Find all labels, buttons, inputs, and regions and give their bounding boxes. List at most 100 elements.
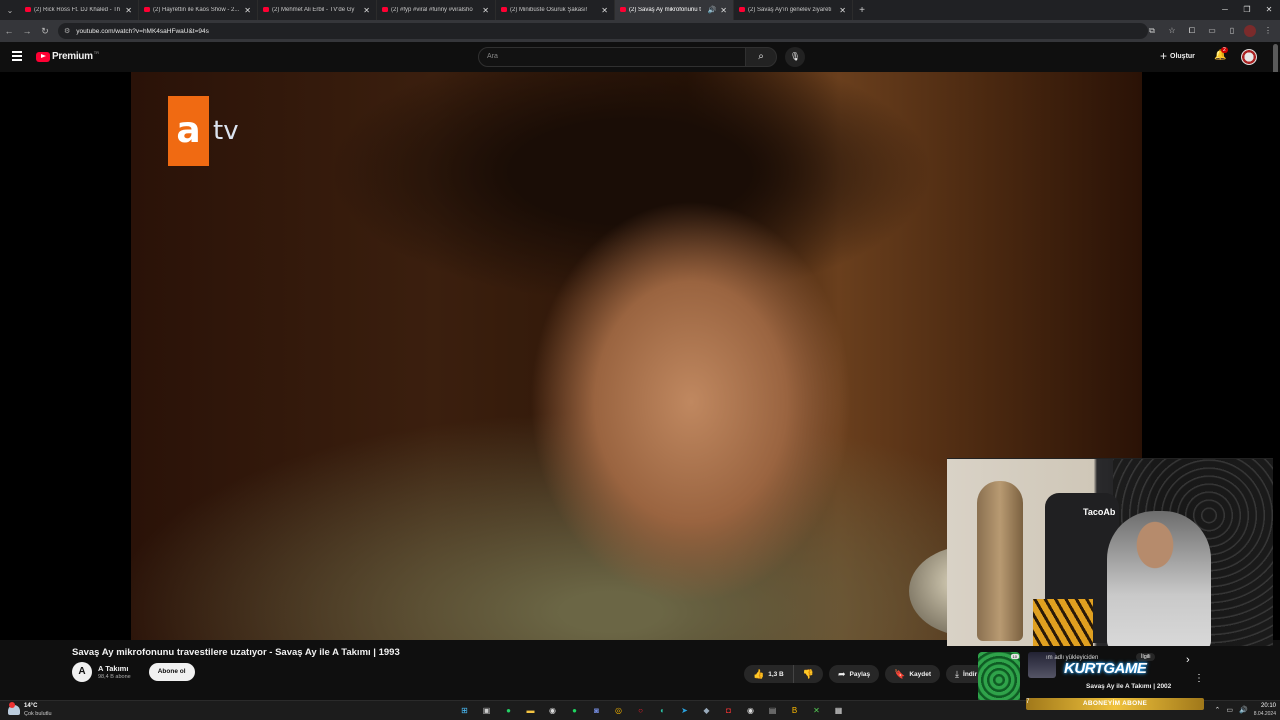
tab-title: (2) Savaş Ay mikrofonunu t <box>629 7 701 13</box>
weather-desc: Çok bulutlu <box>24 711 52 717</box>
clock-time: 20:10 <box>1260 703 1276 709</box>
steam-icon[interactable]: ◆ <box>698 704 715 718</box>
search-button[interactable]: ⌕ <box>745 47 777 67</box>
tray-chevron-icon[interactable]: ⌃ <box>1215 706 1221 714</box>
minimize-icon[interactable]: ─ <box>1214 0 1236 20</box>
spotify-icon[interactable]: ● <box>566 704 583 718</box>
video-actions: 👍 1,3 B 👎 ➦ Paylaş 🔖 Kaydet ⤓ İndir <box>744 665 987 683</box>
edge-icon[interactable]: ◐ <box>654 704 671 718</box>
browser-tabstrip: ⌄ (2) Rick Ross Ft. DJ Khaled - Th ✕ (2) H… <box>0 0 1280 20</box>
youtube-logo[interactable]: Premium TR <box>36 50 99 62</box>
telegram-icon[interactable]: ➤ <box>676 704 693 718</box>
forward-icon[interactable]: → <box>18 26 36 36</box>
xbox-icon[interactable]: ✕ <box>808 704 825 718</box>
youtube-favicon-icon <box>739 7 745 12</box>
save-button[interactable]: 🔖 Kaydet <box>885 665 941 683</box>
chair-text: TacoAb <box>1083 507 1116 517</box>
bandicam-icon[interactable]: B <box>786 704 803 718</box>
bookmark-icon: 🔖 <box>894 668 906 679</box>
network-icon[interactable]: ▭ <box>1226 706 1233 714</box>
tiger-pillow <box>1033 599 1093 646</box>
download-icon: ⤓ <box>955 668 960 679</box>
menu-hamburger-icon[interactable] <box>12 51 22 61</box>
search-input[interactable]: Ara <box>478 47 746 67</box>
kurtgame-brand: KURTGAME <box>1064 660 1147 677</box>
cast-icon[interactable]: ▭ <box>1204 23 1220 39</box>
install-app-icon[interactable]: ⧉ <box>1144 23 1160 39</box>
calculator-icon[interactable]: ▦ <box>830 704 847 718</box>
wooden-statue <box>977 481 1023 641</box>
browser-tab[interactable]: (2) Minibüste Osuruk Şakası! ✕ <box>496 0 615 20</box>
more-options-icon[interactable]: ⋮ <box>1194 673 1204 684</box>
subscriber-count: 98,4 B abone <box>98 674 131 680</box>
browser-tab[interactable]: (2) Savaş Ay'ın genelev ziyareti ✕ <box>734 0 853 20</box>
close-tab-icon[interactable]: ✕ <box>363 6 370 15</box>
tab-search-icon[interactable]: ⌄ <box>0 0 20 20</box>
channel-name[interactable]: A Takımı <box>98 664 131 673</box>
subscribe-button[interactable]: Abone ol <box>148 663 195 681</box>
weather-widget[interactable]: 14°C Çok bulutlu <box>8 702 52 718</box>
back-icon[interactable]: ← <box>0 26 18 36</box>
close-tab-icon[interactable]: ✕ <box>125 6 132 15</box>
account-avatar[interactable] <box>1241 49 1257 65</box>
close-window-icon[interactable]: ✕ <box>1258 0 1280 20</box>
close-tab-icon[interactable]: ✕ <box>482 6 489 15</box>
browser-tab[interactable]: (2) Rick Ross Ft. DJ Khaled - Th ✕ <box>20 0 139 20</box>
weather-text: 14°C Çok bulutlu <box>24 702 52 718</box>
record-icon[interactable]: ◘ <box>720 704 737 718</box>
share-icon: ➦ <box>837 668 846 679</box>
share-label: Paylaş <box>849 670 871 678</box>
browser-profile-avatar[interactable] <box>1244 25 1256 37</box>
browser-tab[interactable]: (2) Hayrettin ile Kaos Show - 2... ✕ <box>139 0 258 20</box>
youtube-favicon-icon <box>620 7 626 12</box>
close-tab-icon[interactable]: ✕ <box>601 6 608 15</box>
site-info-icon[interactable]: ⚙ <box>64 27 70 35</box>
github-icon[interactable]: ◉ <box>544 704 561 718</box>
extensions-icon[interactable]: ⧠ <box>1184 23 1200 39</box>
chrome-icon[interactable]: ◎ <box>610 704 627 718</box>
tab-audio-icon[interactable]: 🔊 <box>708 6 717 14</box>
notifications-button[interactable]: 🔔 2 <box>1214 47 1228 61</box>
voice-search-button[interactable]: 🎙 <box>785 47 805 67</box>
related-title[interactable]: Savaş Ay ile A Takımı | 2002 <box>1086 683 1171 690</box>
channel-meta: A Takımı 98,4 B abone <box>98 664 131 680</box>
volume-icon[interactable]: 🔊 <box>1239 706 1248 714</box>
maximize-icon[interactable]: ❐ <box>1236 0 1258 20</box>
share-button[interactable]: ➦ Paylaş <box>828 665 880 683</box>
browser-menu-icon[interactable]: ⋮ <box>1260 23 1276 39</box>
browser-tab[interactable]: (2) Savaş Ay mikrofonunu t 🔊 ✕ <box>615 0 734 20</box>
obs-icon[interactable]: ◉ <box>742 704 759 718</box>
discord-icon[interactable]: ◙ <box>588 704 605 718</box>
start-icon[interactable]: ⊞ <box>456 704 473 718</box>
close-tab-icon[interactable]: ✕ <box>839 6 846 15</box>
channel-info: A A Takımı 98,4 B abone Abone ol <box>72 662 195 682</box>
side-panel-icon[interactable]: ▯ <box>1224 23 1240 39</box>
reload-icon[interactable]: ↻ <box>36 26 54 37</box>
thumbs-up-icon: 👍 <box>753 668 765 679</box>
browser-tab[interactable]: (2) #fyp #viral #funny #viralsho ✕ <box>377 0 496 20</box>
video-title: Savaş Ay mikrofonunu travestilere uzatıy… <box>72 647 400 658</box>
like-button[interactable]: 👍 1,3 B <box>744 665 794 683</box>
youtube-play-icon <box>36 51 50 62</box>
channel-avatar[interactable]: A <box>72 662 92 682</box>
new-tab-icon[interactable]: + <box>853 5 871 16</box>
dislike-button[interactable]: 👎 <box>794 665 823 683</box>
opera-icon[interactable]: ○ <box>632 704 649 718</box>
atv-watermark: a tv <box>168 96 239 166</box>
taskbar-apps: ⊞ ▣ ● ▬ ◉ ● ◙ ◎ ○ ◐ ➤ ◆ ◘ ◉ ▤ B ✕ ▦ <box>456 704 847 718</box>
close-tab-icon[interactable]: ✕ <box>720 6 727 15</box>
browser-tab[interactable]: (2) Mehmet Ali Erbil - TV'de Gy ✕ <box>258 0 377 20</box>
chevron-right-icon[interactable]: › <box>1186 654 1190 666</box>
create-button[interactable]: + Oluştur <box>1160 50 1195 62</box>
clock[interactable]: 20:10 8.04.2024 <box>1254 702 1276 718</box>
search-icon: ⌕ <box>758 51 764 62</box>
close-tab-icon[interactable]: ✕ <box>244 6 251 15</box>
task-view-icon[interactable]: ▣ <box>478 704 495 718</box>
microphone-icon: 🎙 <box>789 52 801 61</box>
url-field[interactable]: ⚙ youtube.com/watch?v=hMK4saHFwaU&t=94s <box>58 23 1148 39</box>
file-explorer-icon[interactable]: ▬ <box>522 704 539 718</box>
streamlabs-icon[interactable]: ▤ <box>764 704 781 718</box>
download-label: İndir <box>963 670 978 678</box>
whatsapp-icon[interactable]: ● <box>500 704 517 718</box>
bookmark-star-icon[interactable]: ☆ <box>1164 23 1180 39</box>
